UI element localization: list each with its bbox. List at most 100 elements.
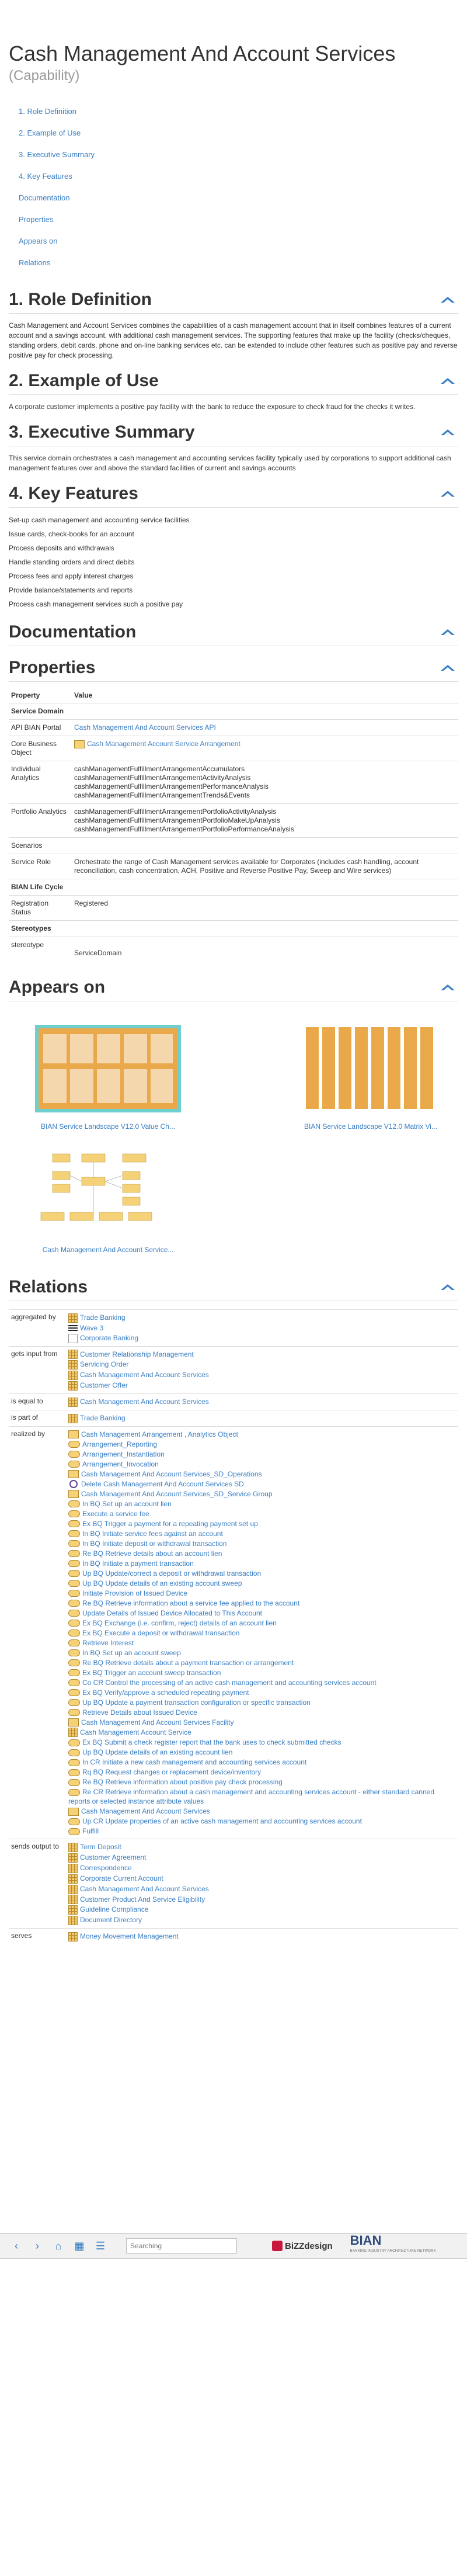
relation-link[interactable]: Correspondence	[80, 1864, 132, 1872]
relation-item: Cash Management And Account Services	[68, 1807, 456, 1816]
collapse-caret-icon[interactable]	[441, 1284, 455, 1290]
relation-link[interactable]: Initiate Provision of Issued Device	[82, 1589, 187, 1597]
relation-link[interactable]: Re BQ Retrieve details about a payment t…	[82, 1659, 294, 1667]
relation-link[interactable]: Up CR Update properties of an active cas…	[82, 1817, 362, 1825]
relation-link[interactable]: Cash Management And Account Services	[81, 1807, 210, 1815]
collapse-caret-icon[interactable]	[441, 297, 455, 303]
relation-link[interactable]: Ex BQ Exchange (i.e. confirm, reject) de…	[82, 1619, 277, 1627]
relation-link[interactable]: Execute a service fee	[82, 1510, 149, 1518]
bizzdesign-label: BiZZdesign	[285, 2241, 333, 2251]
relation-link[interactable]: Up BQ Update details of an existing acco…	[82, 1748, 232, 1756]
relation-link[interactable]: Ex BQ Trigger an account sweep transacti…	[82, 1669, 221, 1677]
collapse-caret-icon[interactable]	[441, 491, 455, 497]
relation-link[interactable]: Retrieve Details about Issued Device	[82, 1708, 197, 1717]
relation-link[interactable]: In BQ Initiate service fees against an a…	[82, 1530, 223, 1538]
relation-link[interactable]: Trade Banking	[80, 1414, 126, 1422]
diagram-thumbnail[interactable]: Cash Management And Account Service...	[35, 1148, 181, 1254]
toc-documentation[interactable]: Documentation	[19, 193, 69, 202]
relation-link[interactable]: Customer Product And Service Eligibility	[80, 1895, 205, 1904]
relation-link[interactable]: Ex BQ Submit a check register report tha…	[82, 1738, 341, 1746]
toc-key-features[interactable]: 4. Key Features	[19, 172, 72, 181]
relation-link[interactable]: Customer Agreement	[80, 1853, 146, 1861]
relation-link[interactable]: In CR Initiate a new cash management and…	[82, 1758, 306, 1766]
relation-link[interactable]: Cash Management And Account Services	[80, 1885, 209, 1893]
relation-link[interactable]: Co CR Control the processing of an activ…	[82, 1679, 377, 1687]
relation-link[interactable]: Ex BQ Trigger a payment for a repeating …	[82, 1520, 258, 1528]
relation-link[interactable]: Money Movement Management	[80, 1932, 179, 1940]
collapse-caret-icon[interactable]	[441, 629, 455, 635]
collapse-caret-icon[interactable]	[441, 984, 455, 990]
toc-role-definition[interactable]: 1. Role Definition	[19, 107, 76, 116]
relation-link[interactable]: Cash Management And Account Services Fac…	[81, 1718, 234, 1726]
forward-icon[interactable]: ›	[27, 2240, 48, 2252]
collapse-caret-icon[interactable]	[441, 429, 455, 435]
relation-link[interactable]: Re BQ Retrieve information about a servi…	[82, 1599, 299, 1607]
capability-icon	[68, 1313, 78, 1323]
relation-link[interactable]: Re CR Retrieve information about a cash …	[68, 1788, 434, 1805]
capability-icon	[68, 1728, 78, 1738]
relation-link[interactable]: Fulfill	[82, 1827, 99, 1835]
relation-link[interactable]: Customer Relationship Management	[80, 1350, 194, 1358]
relation-link[interactable]: In BQ Initiate deposit or withdrawal tra…	[82, 1540, 226, 1548]
relation-link[interactable]: Cash Management Arrangement , Analytics …	[81, 1430, 238, 1438]
toc-relations[interactable]: Relations	[19, 258, 50, 267]
toc-example-of-use[interactable]: 2. Example of Use	[19, 129, 81, 137]
relation-link[interactable]: Up BQ Update a payment transaction confi…	[82, 1698, 311, 1707]
relation-link[interactable]: In BQ Initiate a payment transaction	[82, 1559, 194, 1568]
diagram-caption[interactable]: Cash Management And Account Service...	[35, 1246, 181, 1254]
collapse-caret-icon[interactable]	[441, 665, 455, 671]
section-heading: Relations	[9, 1277, 88, 1296]
relation-link[interactable]: Corporate Banking	[80, 1334, 138, 1342]
section-relations: Relations aggregated by Trade Banking Wav…	[9, 1277, 458, 1944]
relation-link[interactable]: Up BQ Update/correct a deposit or withdr…	[82, 1569, 261, 1578]
relation-link[interactable]: Ex BQ Verify/approve a scheduled repeati…	[82, 1689, 249, 1697]
relation-link[interactable]: Ex BQ Execute a deposit or withdrawal tr…	[82, 1629, 239, 1637]
relation-link[interactable]: In BQ Set up an account sweep	[82, 1649, 181, 1657]
relation-link[interactable]: Cash Management And Account Services_SD_…	[81, 1490, 273, 1498]
diagram-caption[interactable]: BIAN Service Landscape V12.0 Value Ch...	[35, 1122, 181, 1131]
relation-link[interactable]: In BQ Set up an account lien	[82, 1500, 172, 1508]
wave-icon	[68, 1325, 78, 1332]
toc-executive-summary[interactable]: 3. Executive Summary	[19, 150, 95, 159]
relation-link[interactable]: Corporate Current Account	[80, 1874, 163, 1882]
diagram-caption[interactable]: BIAN Service Landscape V12.0 Matrix Vi..…	[298, 1122, 444, 1131]
relation-link[interactable]: Arrangement_Instantiation	[82, 1450, 165, 1458]
relation-link[interactable]: Cash Management And Account Services	[80, 1371, 209, 1379]
menu-icon[interactable]: ☰	[90, 2240, 111, 2252]
relation-link[interactable]: Update Details of Issued Device Allocate…	[82, 1609, 262, 1617]
business-object-icon	[68, 1808, 79, 1816]
page: Cash Management And Account Services (Ca…	[0, 0, 467, 1944]
relation-label: is part of	[9, 1409, 66, 1427]
relation-link[interactable]: Cash Management And Account Services	[80, 1398, 209, 1406]
relation-link[interactable]: Arrangement_Reporting	[82, 1440, 157, 1448]
relation-link[interactable]: Arrangement_Invocation	[82, 1460, 159, 1468]
relation-link[interactable]: Cash Management Account Service	[80, 1728, 191, 1736]
relation-link[interactable]: Cash Management And Account Services_SD_…	[81, 1470, 262, 1478]
toc-properties[interactable]: Properties	[19, 215, 53, 224]
relation-link[interactable]: Up BQ Update details of an existing acco…	[82, 1579, 242, 1587]
relation-link[interactable]: Delete Cash Management And Account Servi…	[81, 1480, 244, 1488]
back-icon[interactable]: ‹	[6, 2240, 27, 2252]
relation-link[interactable]: Guideline Compliance	[80, 1905, 148, 1913]
relation-link[interactable]: Re BQ Retrieve information about positiv…	[82, 1778, 283, 1786]
relation-link[interactable]: Retrieve Interest	[82, 1639, 134, 1647]
relation-link[interactable]: Re BQ Retrieve details about an account …	[82, 1549, 222, 1558]
relation-link[interactable]: Wave 3	[80, 1324, 103, 1332]
relation-link[interactable]: Trade Banking	[80, 1313, 126, 1322]
relation-link[interactable]: Term Deposit	[80, 1843, 121, 1851]
relation-link[interactable]: Rq BQ Request changes or replacement dev…	[82, 1768, 261, 1776]
home-icon[interactable]: ⌂	[48, 2240, 69, 2252]
relation-link[interactable]: Servicing Order	[80, 1360, 128, 1368]
diagram-thumbnail[interactable]: BIAN Service Landscape V12.0 Value Ch...	[35, 1025, 181, 1131]
relation-item: Customer Relationship Management	[68, 1350, 456, 1360]
api-link[interactable]: Cash Management And Account Services API	[74, 723, 216, 731]
relation-item: Document Directory	[68, 1915, 456, 1926]
collapse-caret-icon[interactable]	[441, 378, 455, 384]
toc-appears-on[interactable]: Appears on	[19, 237, 58, 245]
relation-link[interactable]: Customer Offer	[80, 1381, 128, 1389]
diagram-thumbnail[interactable]: BIAN Service Landscape V12.0 Matrix Vi..…	[298, 1025, 444, 1131]
core-business-object-link[interactable]: Cash Management Account Service Arrangem…	[87, 740, 241, 748]
search-input[interactable]	[126, 2238, 237, 2253]
grid-view-icon[interactable]: ▦	[69, 2240, 90, 2252]
relation-link[interactable]: Document Directory	[80, 1916, 142, 1924]
